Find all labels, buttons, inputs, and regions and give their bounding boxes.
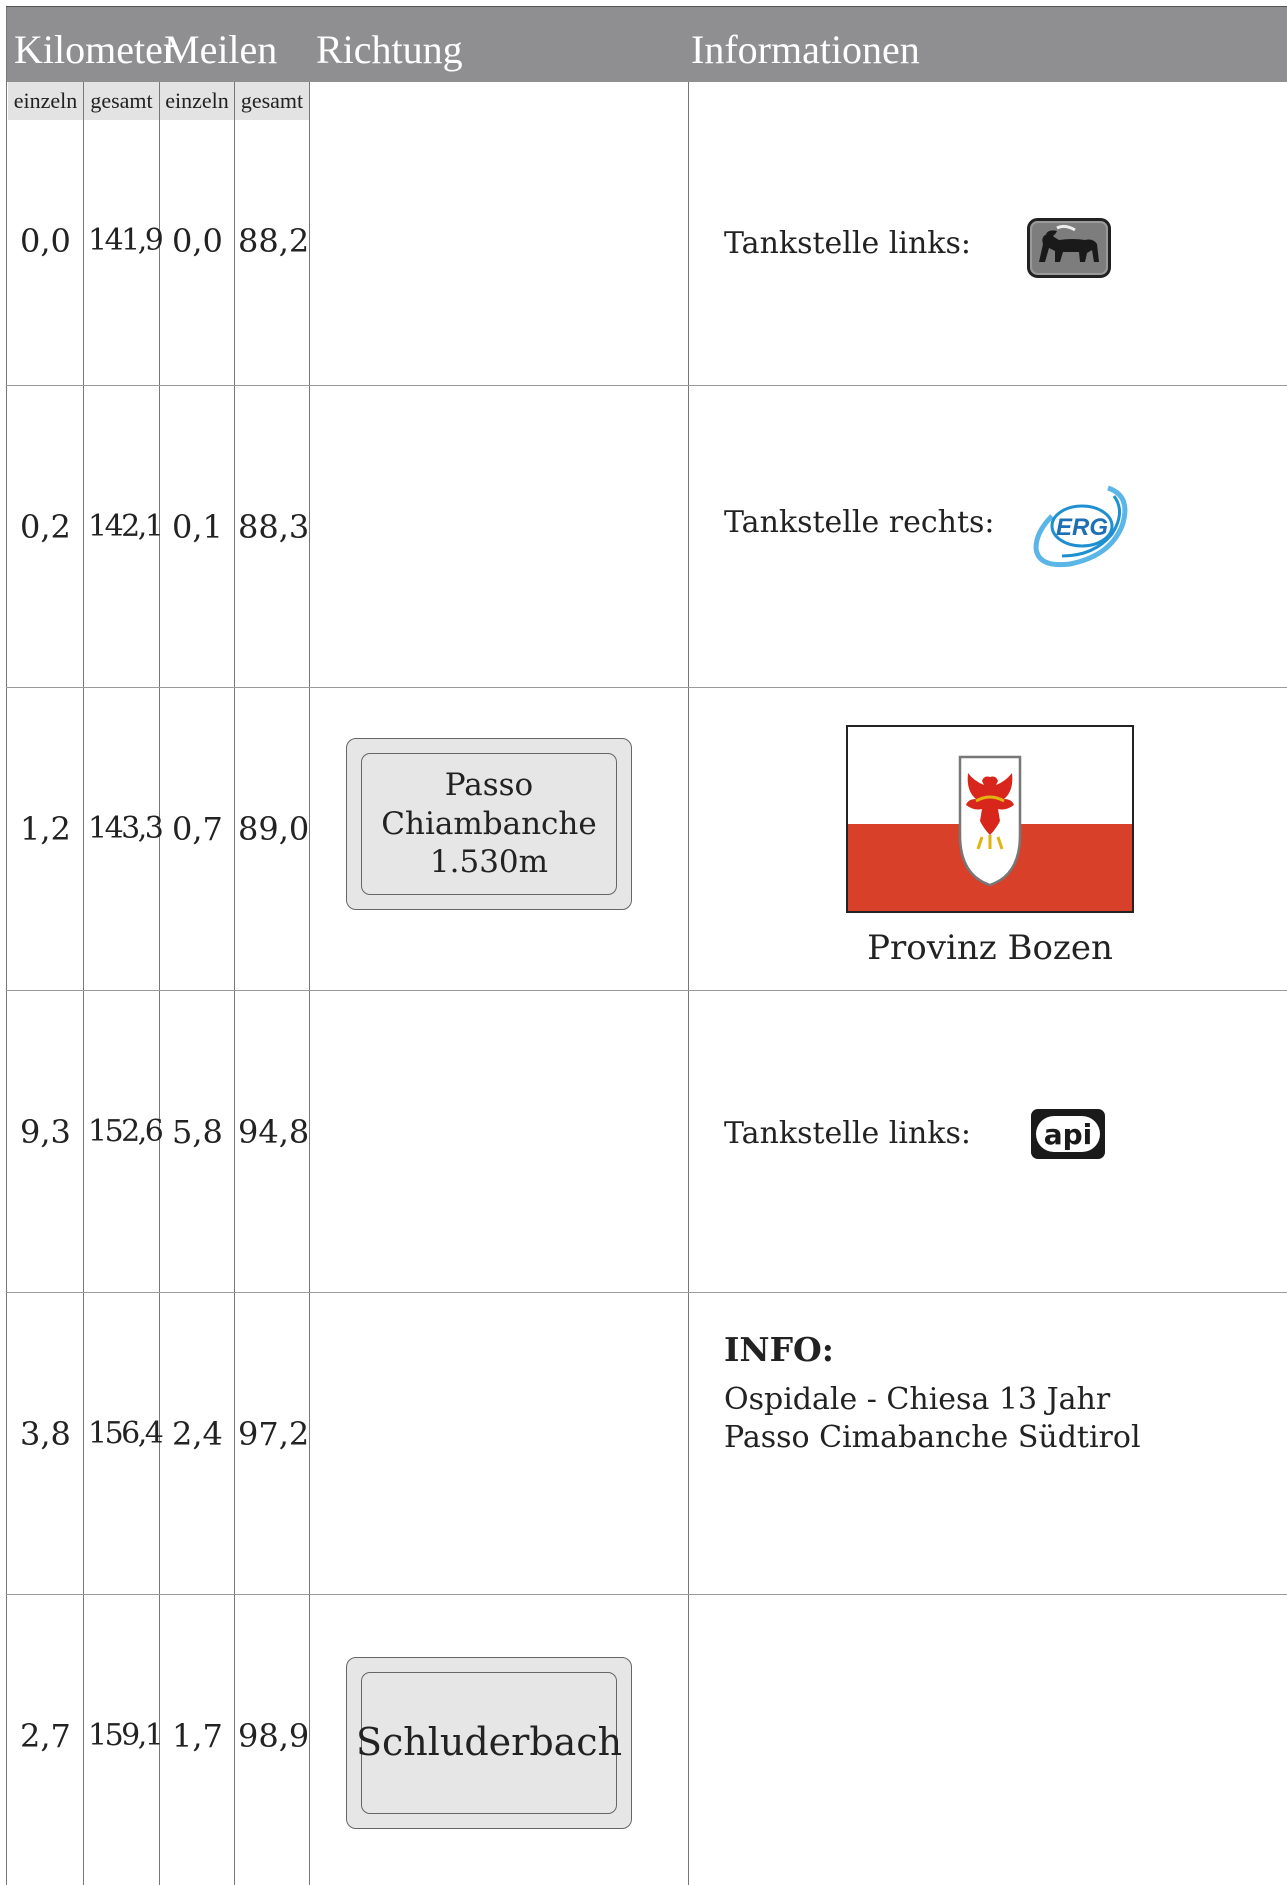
- column-divider: [309, 82, 310, 1885]
- mi-einzeln-value: 2,4: [172, 1415, 223, 1453]
- header-informationen: Informationen: [691, 27, 920, 72]
- road-sign-text: Passo Chiambanche 1.530m: [361, 753, 617, 895]
- km-gesamt-value: 141,9: [88, 223, 164, 258]
- header-richtung: Richtung: [316, 27, 463, 72]
- road-sign-text: Schluderbach: [356, 1672, 622, 1814]
- flag-caption: Provinz Bozen: [867, 928, 1113, 968]
- info-line: Ospidale - Chiesa 13 Jahr: [724, 1382, 1111, 1417]
- info-title: INFO:: [724, 1330, 834, 1369]
- info-text: Tankstelle rechts:: [724, 505, 995, 540]
- road-sign-schluderbach: Schluderbach: [346, 1657, 632, 1829]
- row-divider: [6, 687, 1287, 688]
- mi-gesamt-value: 97,2: [238, 1415, 310, 1453]
- km-gesamt-value: 152,6: [88, 1114, 164, 1149]
- column-divider: [688, 82, 689, 1885]
- erg-logo-text: ERG: [1056, 514, 1108, 541]
- mi-gesamt-value: 89,0: [238, 810, 310, 848]
- row-divider: [6, 385, 1287, 386]
- mi-gesamt-value: 94,8: [238, 1113, 310, 1151]
- row-divider: [6, 990, 1287, 991]
- info-text: Tankstelle links:: [724, 1116, 971, 1151]
- subheader-km-gesamt: gesamt: [84, 82, 160, 120]
- column-divider: [83, 82, 84, 1885]
- table-header: Kilometer Meilen Richtung Informationen: [6, 6, 1287, 82]
- mi-gesamt-value: 88,3: [238, 508, 310, 546]
- km-einzeln-value: 0,0: [20, 222, 71, 260]
- km-einzeln-value: 1,2: [20, 810, 71, 848]
- info-line: Passo Cimabanche Südtirol: [724, 1420, 1141, 1455]
- header-meilen: Meilen: [164, 27, 278, 72]
- south-tyrol-flag: [846, 725, 1134, 913]
- mi-einzeln-value: 1,7: [172, 1717, 223, 1755]
- row-divider: [6, 1594, 1287, 1595]
- subheader-mi-gesamt: gesamt: [235, 82, 310, 120]
- route-table: Kilometer Meilen Richtung Informationen …: [0, 0, 1287, 1885]
- km-einzeln-value: 0,2: [20, 508, 71, 546]
- border-top: [6, 6, 1287, 7]
- api-logo-icon: api: [1030, 1108, 1106, 1160]
- mi-einzeln-value: 0,0: [172, 222, 223, 260]
- subheader-mi-einzeln: einzeln: [160, 82, 235, 120]
- km-einzeln-value: 2,7: [20, 1717, 71, 1755]
- info-text: Tankstelle links:: [724, 226, 971, 261]
- subheader-km-einzeln: einzeln: [8, 82, 84, 120]
- column-divider: [234, 82, 235, 1885]
- km-einzeln-value: 3,8: [20, 1415, 71, 1453]
- road-sign-passo-chiambanche: Passo Chiambanche 1.530m: [346, 738, 632, 910]
- column-divider: [159, 82, 160, 1885]
- mi-einzeln-value: 0,7: [172, 810, 223, 848]
- km-gesamt-value: 142,1: [88, 509, 164, 544]
- eni-dog-icon: [1027, 218, 1111, 278]
- mi-gesamt-value: 98,9: [238, 1717, 310, 1755]
- km-gesamt-value: 143,3: [88, 811, 164, 846]
- mi-einzeln-value: 5,8: [172, 1113, 223, 1151]
- km-einzeln-value: 9,3: [20, 1113, 71, 1151]
- mi-einzeln-value: 0,1: [172, 508, 223, 546]
- row-divider: [6, 1292, 1287, 1293]
- border-left: [6, 6, 7, 1885]
- header-kilometer: Kilometer: [14, 27, 177, 72]
- km-gesamt-value: 156,4: [88, 1416, 164, 1451]
- km-gesamt-value: 159,1: [88, 1718, 164, 1753]
- api-logo-text: api: [1044, 1118, 1093, 1151]
- erg-logo-icon: ERG: [1030, 482, 1134, 570]
- mi-gesamt-value: 88,2: [238, 222, 310, 260]
